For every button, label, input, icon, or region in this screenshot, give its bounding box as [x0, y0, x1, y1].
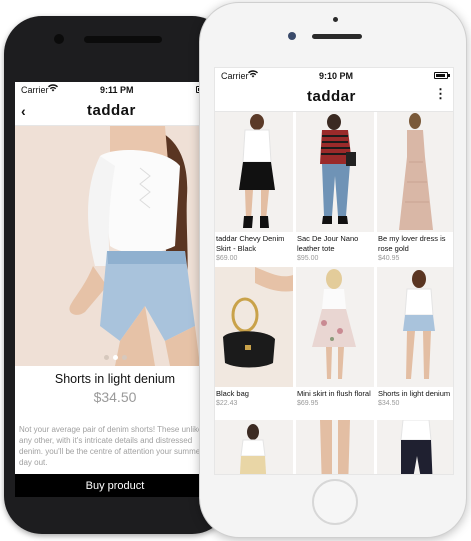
earpiece-speaker — [312, 34, 362, 39]
product-thumbnail — [377, 420, 453, 474]
product-card[interactable]: Sac De Jour Nano leather tote $95.00 — [296, 112, 374, 263]
navigation-bar: taddar ⋮ — [215, 84, 453, 112]
product-card[interactable]: Black bag $22.43 — [215, 267, 293, 408]
product-price: $22.43 — [216, 400, 238, 407]
product-price: $34.50 — [378, 400, 400, 407]
phone-frame-black: Carrier 9:11 PM ‹ taddar Shorts in light… — [4, 16, 230, 534]
product-card[interactable] — [377, 420, 453, 474]
carousel-dot-active[interactable] — [112, 355, 118, 360]
product-name: Be my lover dress is rose gold — [378, 234, 446, 253]
front-camera — [54, 34, 64, 44]
phone-frame-white: Carrier 9:10 PM taddar ⋮ taddar Chevy De… — [199, 2, 467, 538]
status-time: 9:10 PM — [319, 71, 354, 81]
status-bar: Carrier 9:11 PM — [15, 82, 215, 98]
carrier-label: Carrier — [21, 85, 49, 95]
product-thumbnail — [377, 112, 453, 232]
earpiece-speaker — [84, 36, 162, 43]
more-vertical-icon[interactable]: ⋮ — [434, 87, 447, 100]
home-button[interactable] — [312, 479, 358, 525]
product-card[interactable]: Be my lover dress is rose gold $40.95 — [377, 112, 453, 263]
app-showcase: Carrier 9:11 PM ‹ taddar Shorts in light… — [0, 0, 471, 541]
proximity-sensor — [333, 17, 338, 22]
battery-cap — [448, 74, 450, 77]
product-price: $34.50 — [93, 389, 137, 405]
product-name: taddar Chevy Denim Skirt - Black — [216, 234, 285, 253]
product-card[interactable] — [215, 420, 293, 474]
product-card[interactable]: Shorts in light denium $34.50 — [377, 267, 453, 408]
wifi-icon — [248, 70, 258, 80]
carousel-dot[interactable] — [121, 355, 127, 360]
product-detail-screen: Carrier 9:11 PM ‹ taddar Shorts in light… — [15, 82, 215, 497]
carrier-label: Carrier — [221, 71, 249, 81]
product-name: Sac De Jour Nano leather tote — [297, 234, 359, 253]
carousel-dot[interactable] — [103, 355, 109, 360]
product-thumbnail — [377, 267, 453, 387]
product-list-screen: Carrier 9:10 PM taddar ⋮ taddar Chevy De… — [214, 67, 454, 475]
product-card[interactable]: Mini skirt in flush floral $69.95 — [296, 267, 374, 408]
product-thumbnail — [296, 112, 374, 232]
product-description: Not your average pair of denim shorts! T… — [19, 425, 203, 467]
product-card[interactable] — [296, 420, 374, 474]
status-time: 9:11 PM — [100, 85, 134, 95]
product-price: $40.95 — [378, 255, 400, 262]
product-card[interactable]: taddar Chevy Denim Skirt - Black $69.00 — [215, 112, 293, 263]
product-price: $95.00 — [297, 255, 319, 262]
navigation-bar: ‹ taddar — [15, 98, 215, 126]
status-bar: Carrier 9:10 PM — [215, 68, 453, 84]
product-thumbnail — [296, 267, 374, 387]
product-photo — [15, 126, 215, 366]
back-chevron-icon[interactable]: ‹ — [21, 103, 26, 119]
product-thumbnail — [215, 112, 293, 232]
product-price: $69.95 — [297, 400, 319, 407]
app-logo: taddar — [307, 88, 356, 105]
wifi-icon — [48, 84, 58, 94]
buy-product-button[interactable]: Buy product — [15, 474, 215, 497]
app-logo: taddar — [87, 102, 136, 119]
battery-icon — [434, 72, 448, 79]
product-name: Mini skirt in flush floral — [297, 389, 371, 398]
product-price: $69.00 — [216, 255, 238, 262]
product-name: Black bag — [216, 389, 249, 398]
product-name: Shorts in light denium — [378, 389, 451, 398]
front-camera — [288, 32, 296, 40]
product-title: Shorts in light denium — [54, 372, 176, 386]
product-thumbnail — [296, 420, 374, 474]
carousel-indicator — [15, 355, 215, 360]
product-thumbnail — [215, 267, 293, 387]
product-thumbnail — [215, 420, 293, 474]
product-image-carousel[interactable] — [15, 126, 215, 366]
